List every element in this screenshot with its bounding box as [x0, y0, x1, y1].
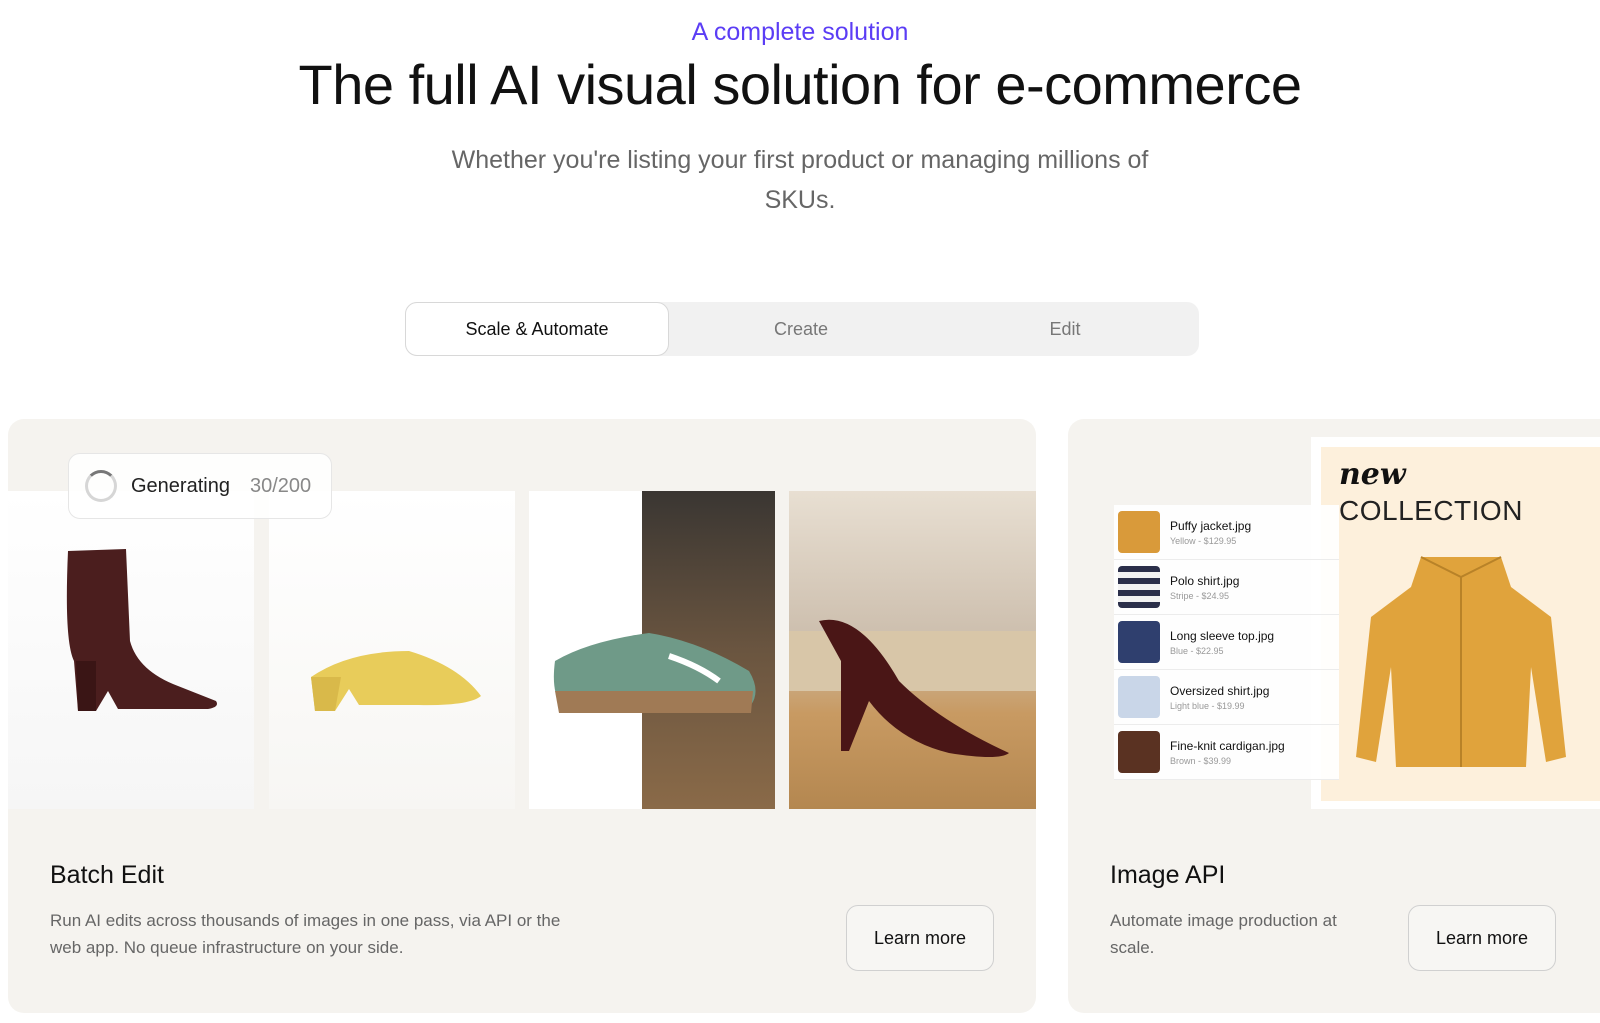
file-name: Oversized shirt.jpg [1170, 683, 1270, 698]
file-thumbnail [1118, 676, 1160, 718]
file-item[interactable]: Long sleeve top.jpg Blue - $22.95 [1114, 615, 1339, 670]
file-name: Polo shirt.jpg [1170, 573, 1240, 588]
file-meta: Yellow - $129.95 [1170, 535, 1237, 546]
generating-label: Generating [131, 474, 230, 497]
file-item[interactable]: Polo shirt.jpg Stripe - $24.95 [1114, 560, 1339, 615]
promo-new-label: new [1339, 457, 1406, 492]
image-api-card: new COLLECTION Puffy jacket.jpg Yellow - … [1068, 419, 1600, 1013]
file-item[interactable]: Puffy jacket.jpg Yellow - $129.95 [1114, 505, 1339, 560]
slingback-heel-image [789, 491, 1036, 809]
file-item[interactable]: Fine-knit cardigan.jpg Brown - $39.99 [1114, 725, 1339, 780]
file-meta: Stripe - $24.95 [1170, 590, 1230, 601]
batch-edit-card: Generating 30/200 Batch Edit Run AI edit… [8, 419, 1036, 1013]
page-title: The full AI visual solution for e-commer… [298, 53, 1302, 116]
tab-create[interactable]: Create [669, 302, 933, 356]
file-thumbnail [1118, 566, 1160, 608]
yellow-mule-image [269, 491, 515, 809]
file-list: Puffy jacket.jpg Yellow - $129.95 Polo sh… [1114, 505, 1339, 780]
sneaker-image [529, 491, 775, 809]
section-eyebrow: A complete solution [691, 18, 909, 46]
file-name: Puffy jacket.jpg [1170, 518, 1252, 533]
batch-edit-learn-more-button[interactable]: Learn more [846, 905, 994, 971]
generating-count: 30/200 [249, 474, 312, 497]
file-meta: Light blue - $19.99 [1170, 700, 1245, 711]
file-item[interactable]: Oversized shirt.jpg Light blue - $19.99 [1114, 670, 1339, 725]
new-collection-promo: new COLLECTION [1311, 437, 1600, 809]
spinner-icon [85, 470, 117, 502]
tab-edit[interactable]: Edit [933, 302, 1197, 356]
batch-edit-title: Batch Edit [50, 861, 164, 889]
image-api-title: Image API [1110, 861, 1226, 889]
file-thumbnail [1118, 731, 1160, 773]
file-meta: Brown - $39.99 [1170, 755, 1232, 766]
jacket-image [1356, 556, 1566, 767]
ankle-boot-image [8, 491, 254, 809]
image-api-learn-more-button[interactable]: Learn more [1408, 905, 1556, 971]
generating-status: Generating 30/200 [68, 453, 332, 519]
tab-bar: Scale & Automate Create Edit [405, 302, 1199, 356]
page-subtitle: Whether you're listing your first produc… [451, 146, 1149, 214]
batch-image-strip [8, 491, 1036, 809]
tab-scale-automate[interactable]: Scale & Automate [405, 302, 669, 356]
file-thumbnail [1118, 621, 1160, 663]
file-thumbnail [1118, 511, 1160, 553]
batch-edit-description: Run AI edits across thousands of images … [50, 911, 561, 957]
file-name: Fine-knit cardigan.jpg [1170, 738, 1285, 753]
promo-collection-label: COLLECTION [1339, 495, 1523, 526]
file-meta: Blue - $22.95 [1170, 645, 1224, 656]
file-name: Long sleeve top.jpg [1170, 628, 1275, 643]
image-api-description: Automate image production at scale. [1110, 911, 1337, 957]
